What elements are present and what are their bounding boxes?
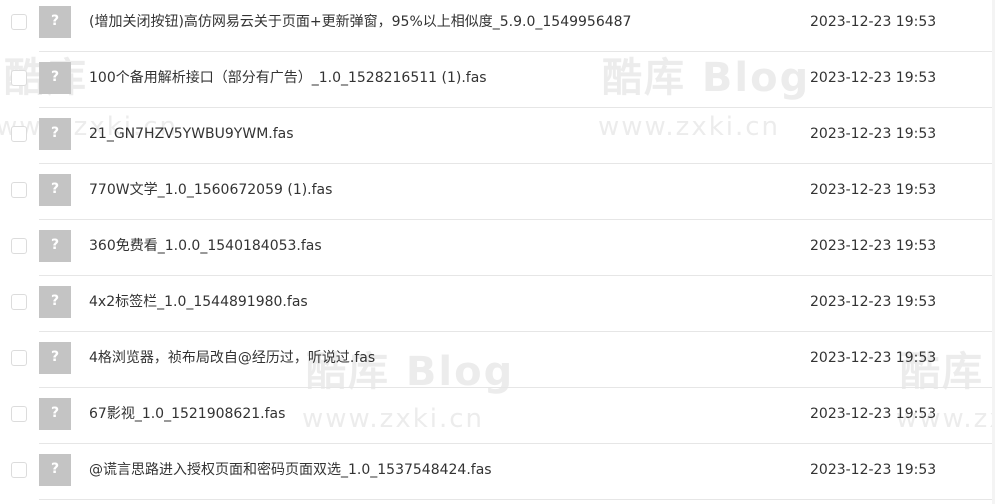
row-checkbox[interactable] <box>11 126 27 142</box>
row-checkbox[interactable] <box>11 182 27 198</box>
file-name[interactable]: @谎言思路进入授权页面和密码页面双选_1.0_1537548424.fas <box>89 460 632 480</box>
file-date: 2023-12-23 19:53 <box>810 462 937 478</box>
row-checkbox[interactable] <box>11 14 27 30</box>
row-divider <box>39 499 995 500</box>
file-name[interactable]: 67影视_1.0_1521908621.fas <box>89 404 632 424</box>
file-date: 2023-12-23 19:53 <box>810 126 937 142</box>
row-divider <box>39 163 995 164</box>
unknown-file-icon: ? <box>39 118 71 150</box>
file-row[interactable]: ? 4格浏览器，祯布局改自@经历过，听说过.fas 2023-12-23 19:… <box>0 336 995 392</box>
unknown-file-icon: ? <box>39 286 71 318</box>
row-checkbox[interactable] <box>11 462 27 478</box>
row-checkbox[interactable] <box>11 406 27 422</box>
row-divider <box>39 51 995 52</box>
file-date: 2023-12-23 19:53 <box>810 350 937 366</box>
file-row[interactable]: ? 360免费看_1.0.0_1540184053.fas 2023-12-23… <box>0 224 995 280</box>
file-date: 2023-12-23 19:53 <box>810 238 937 254</box>
row-divider <box>39 331 995 332</box>
file-date: 2023-12-23 19:53 <box>810 294 937 310</box>
file-row[interactable]: ? 21_GN7HZV5YWBU9YWM.fas 2023-12-23 19:5… <box>0 112 995 168</box>
row-checkbox[interactable] <box>11 350 27 366</box>
file-date: 2023-12-23 19:53 <box>810 406 937 422</box>
file-date: 2023-12-23 19:53 <box>810 70 937 86</box>
unknown-file-icon: ? <box>39 62 71 94</box>
file-date: 2023-12-23 19:53 <box>810 182 937 198</box>
file-name[interactable]: 100个备用解析接口（部分有广告）_1.0_1528216511 (1).fas <box>89 68 632 88</box>
file-name[interactable]: 4x2标签栏_1.0_1544891980.fas <box>89 292 632 312</box>
file-list: 酷库 www.zxki.cn 酷库 Blog www.zxki.cn 酷库 Bl… <box>0 0 995 504</box>
file-name[interactable]: 360免费看_1.0.0_1540184053.fas <box>89 236 632 256</box>
file-name[interactable]: 21_GN7HZV5YWBU9YWM.fas <box>89 124 632 144</box>
file-name[interactable]: 770W文学_1.0_1560672059 (1).fas <box>89 180 632 200</box>
file-row[interactable]: ? 100个备用解析接口（部分有广告）_1.0_1528216511 (1).f… <box>0 56 995 112</box>
row-checkbox[interactable] <box>11 294 27 310</box>
unknown-file-icon: ? <box>39 6 71 38</box>
row-divider <box>39 219 995 220</box>
row-divider <box>39 387 995 388</box>
file-name[interactable]: (增加关闭按钮)高仿网易云关于页面+更新弹窗，95%以上相似度_5.9.0_15… <box>89 12 632 32</box>
file-name[interactable]: 4格浏览器，祯布局改自@经历过，听说过.fas <box>89 348 632 368</box>
file-row[interactable]: ? 67影视_1.0_1521908621.fas 2023-12-23 19:… <box>0 392 995 448</box>
unknown-file-icon: ? <box>39 174 71 206</box>
file-date: 2023-12-23 19:53 <box>810 14 937 30</box>
unknown-file-icon: ? <box>39 342 71 374</box>
file-row[interactable]: ? 4x2标签栏_1.0_1544891980.fas 2023-12-23 1… <box>0 280 995 336</box>
row-checkbox[interactable] <box>11 70 27 86</box>
row-checkbox[interactable] <box>11 238 27 254</box>
row-divider <box>39 443 995 444</box>
unknown-file-icon: ? <box>39 454 71 486</box>
unknown-file-icon: ? <box>39 230 71 262</box>
row-divider <box>39 107 995 108</box>
file-row[interactable]: ? (增加关闭按钮)高仿网易云关于页面+更新弹窗，95%以上相似度_5.9.0_… <box>0 0 995 56</box>
unknown-file-icon: ? <box>39 398 71 430</box>
file-row[interactable]: ? 770W文学_1.0_1560672059 (1).fas 2023-12-… <box>0 168 995 224</box>
file-row[interactable]: ? @谎言思路进入授权页面和密码页面双选_1.0_1537548424.fas … <box>0 448 995 504</box>
row-divider <box>39 275 995 276</box>
